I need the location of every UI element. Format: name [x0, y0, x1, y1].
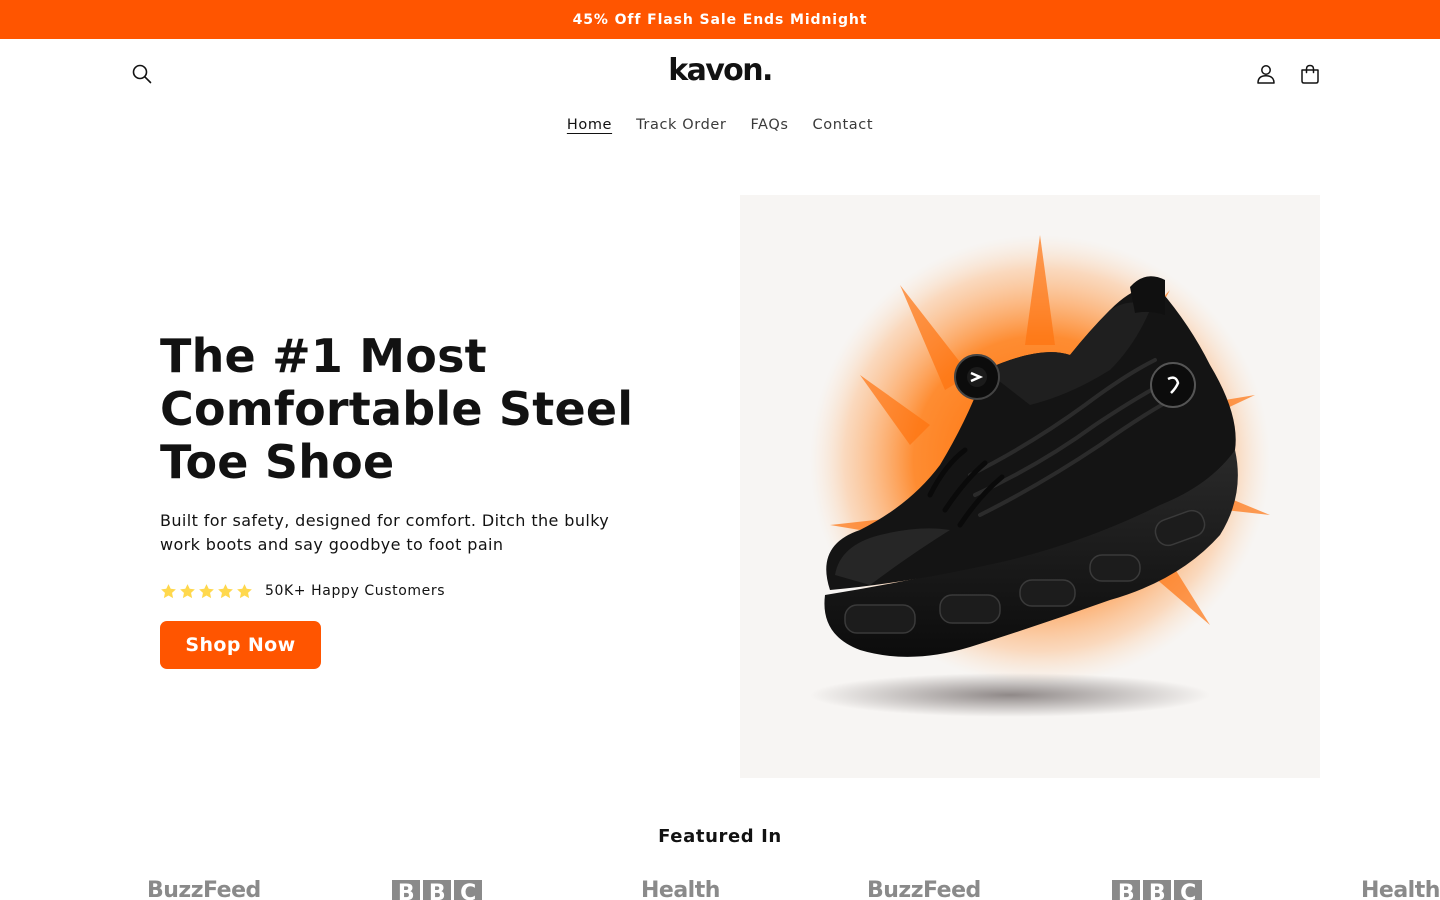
- nav-track-order[interactable]: Track Order: [624, 117, 738, 133]
- press-logo-buzzfeed: BuzzFeed: [147, 878, 261, 900]
- hero-content: The #1 Most Comfortable Steel Toe Shoe B…: [160, 330, 680, 669]
- press-logo-health: Health: [641, 878, 720, 900]
- announcement-text: 45% Off Flash Sale Ends Midnight: [572, 11, 868, 28]
- nav-home[interactable]: Home: [555, 117, 624, 133]
- press-logo-bbc: BBC: [392, 880, 482, 900]
- hero-subtitle: Built for safety, designed for comfort. …: [160, 511, 610, 554]
- press-logo-health: Health: [1361, 878, 1440, 900]
- hero-title-line: The #1 Most: [160, 329, 487, 383]
- rating-row: 50K+ Happy Customers: [160, 581, 680, 601]
- announcement-bar: 45% Off Flash Sale Ends Midnight: [0, 0, 1440, 39]
- shop-now-button[interactable]: Shop Now: [160, 621, 321, 669]
- nav-faqs[interactable]: FAQs: [738, 117, 800, 133]
- star-icon: [199, 583, 214, 598]
- featured-title: Featured In: [658, 826, 782, 847]
- star-icon: [161, 583, 176, 598]
- main-nav: Home Track Order FAQs Contact: [0, 117, 1440, 133]
- hero-title: The #1 Most Comfortable Steel Toe Shoe: [160, 330, 680, 489]
- star-icon: [180, 583, 195, 598]
- site-header: kavon. Home Track Order FAQs Contact: [0, 39, 1440, 159]
- user-icon: [1257, 65, 1275, 84]
- star-icon: [218, 583, 233, 598]
- cart-button[interactable]: [1294, 58, 1326, 90]
- star-icon: [237, 583, 252, 598]
- rating-text: 50K+ Happy Customers: [265, 583, 446, 599]
- press-logo-buzzfeed: BuzzFeed: [867, 878, 981, 900]
- nav-contact[interactable]: Contact: [801, 117, 886, 133]
- hero-product-image: [740, 195, 1320, 778]
- press-logos: BuzzFeed BBC Health BuzzFeed BBC Health: [0, 872, 1440, 900]
- hero-title-line: Comfortable Steel: [160, 382, 634, 436]
- star-rating: [160, 583, 253, 600]
- account-button[interactable]: [1250, 58, 1282, 90]
- press-logo-bbc: BBC: [1112, 880, 1202, 900]
- site-logo[interactable]: kavon.: [0, 53, 1440, 88]
- bag-icon: [1301, 64, 1319, 84]
- shoe-illustration: [740, 195, 1320, 778]
- hero-title-line: Toe Shoe: [160, 435, 395, 489]
